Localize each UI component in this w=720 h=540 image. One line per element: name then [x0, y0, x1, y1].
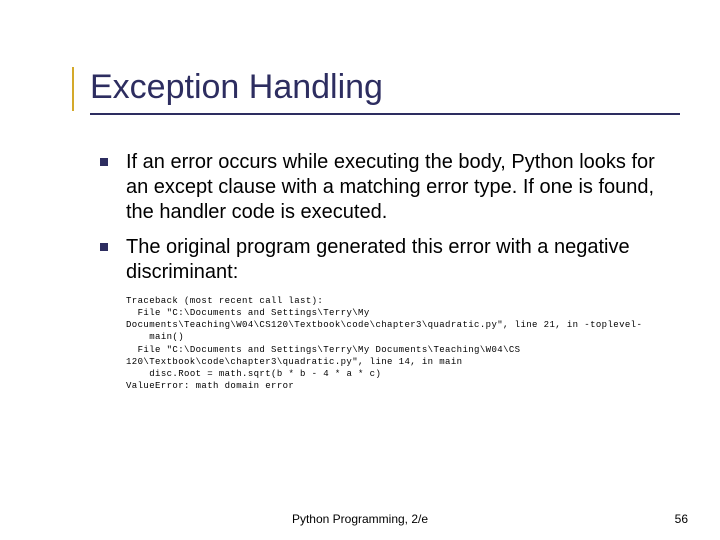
footer-center-text: Python Programming, 2/e — [0, 512, 720, 526]
bullet-item: If an error occurs while executing the b… — [100, 150, 660, 225]
bullet-text: If an error occurs while executing the b… — [126, 151, 655, 223]
square-bullet-icon — [100, 243, 108, 251]
slide: Exception Handling If an error occurs wh… — [0, 0, 720, 540]
page-number: 56 — [675, 512, 688, 526]
traceback-code: Traceback (most recent call last): File … — [126, 295, 660, 392]
bullet-item: The original program generated this erro… — [100, 235, 660, 285]
slide-title: Exception Handling — [90, 68, 680, 115]
slide-body: If an error occurs while executing the b… — [100, 150, 660, 392]
bullet-list: If an error occurs while executing the b… — [100, 150, 660, 285]
bullet-text: The original program generated this erro… — [126, 236, 630, 283]
square-bullet-icon — [100, 158, 108, 166]
title-accent-line — [72, 67, 74, 111]
